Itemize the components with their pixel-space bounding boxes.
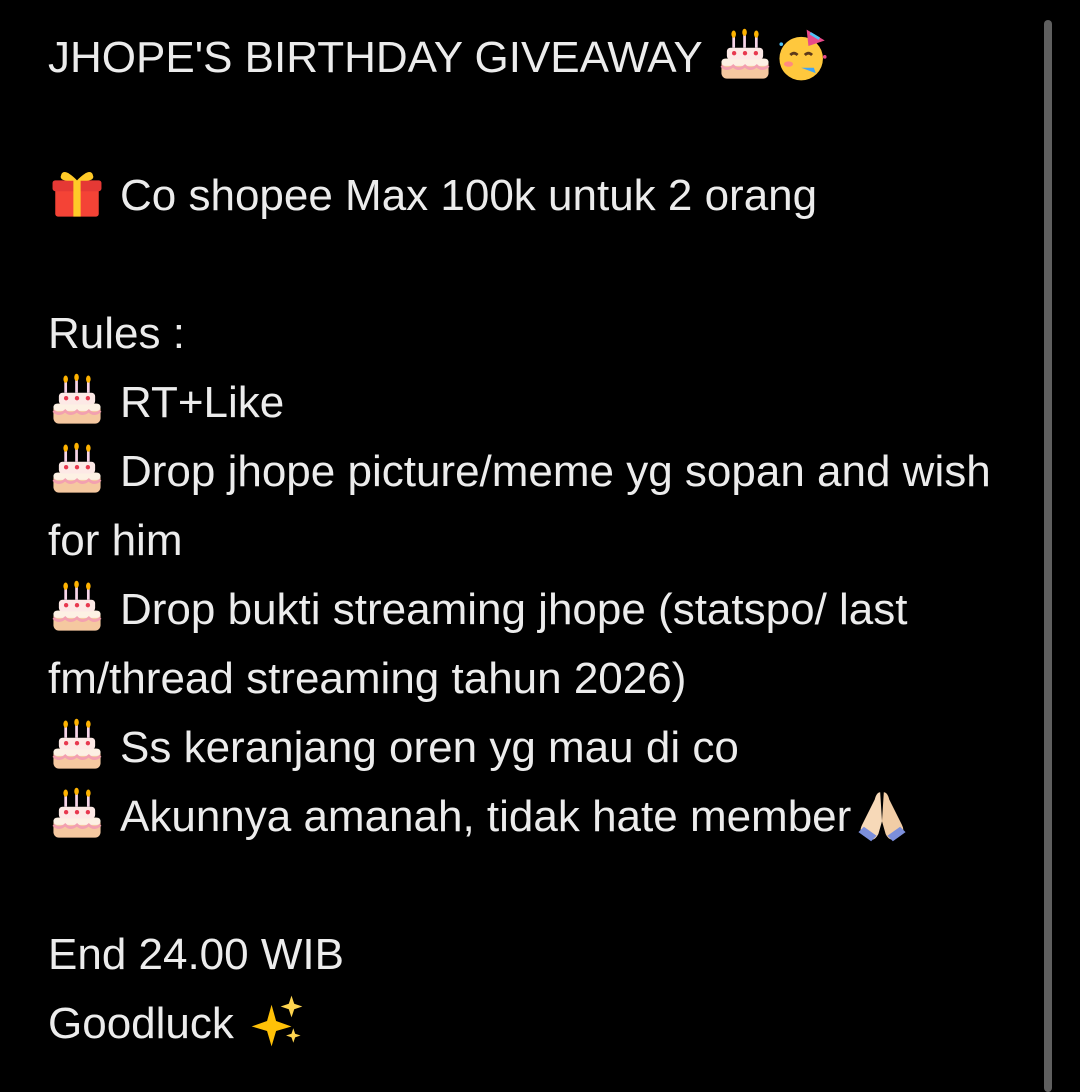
rule-item-2: Drop jhope picture/meme yg sopan and wis… (48, 437, 1028, 575)
giveaway-title: JHOPE'S BIRTHDAY GIVEAWAY (48, 33, 702, 82)
closing-line: Goodluck (48, 989, 1040, 1058)
note-body[interactable]: JHOPE'S BIRTHDAY GIVEAWAY Co shopee Max … (0, 0, 1080, 1092)
rule-text: Drop jhope picture/meme yg sopan and wis… (48, 447, 991, 565)
gift-icon (48, 164, 106, 222)
rule-text: Drop bukti streaming jhope (statspo/ las… (48, 585, 908, 703)
birthday-cake-icon (48, 371, 106, 429)
rules-heading: Rules : (48, 309, 185, 358)
birthday-cake-icon (48, 578, 106, 636)
rule-item-1: RT+Like (48, 368, 1040, 437)
rule-text: Akunnya amanah, tidak hate member (120, 792, 852, 841)
closing-text: Goodluck (48, 999, 234, 1048)
folded-hands-icon (853, 785, 911, 843)
birthday-cake-icon (48, 440, 106, 498)
birthday-cake-icon (716, 26, 774, 84)
partying-face-icon (774, 26, 832, 84)
scrollbar[interactable] (1044, 20, 1052, 1092)
birthday-cake-icon (48, 785, 106, 843)
rule-item-3: Drop bukti streaming jhope (statspo/ las… (48, 575, 1008, 713)
sparkles-icon (248, 992, 306, 1050)
end-time: End 24.00 WIB (48, 930, 344, 979)
prize-line: Co shopee Max 100k untuk 2 orang (48, 161, 1040, 230)
rule-text: RT+Like (120, 378, 285, 427)
prize-text: Co shopee Max 100k untuk 2 orang (120, 171, 818, 220)
rule-item-4: Ss keranjang oren yg mau di co (48, 713, 1040, 782)
rule-text: Ss keranjang oren yg mau di co (120, 723, 739, 772)
scrollbar-thumb[interactable] (1044, 20, 1052, 1092)
rule-item-5: Akunnya amanah, tidak hate member (48, 782, 1040, 851)
title-line: JHOPE'S BIRTHDAY GIVEAWAY (48, 23, 1040, 92)
birthday-cake-icon (48, 716, 106, 774)
